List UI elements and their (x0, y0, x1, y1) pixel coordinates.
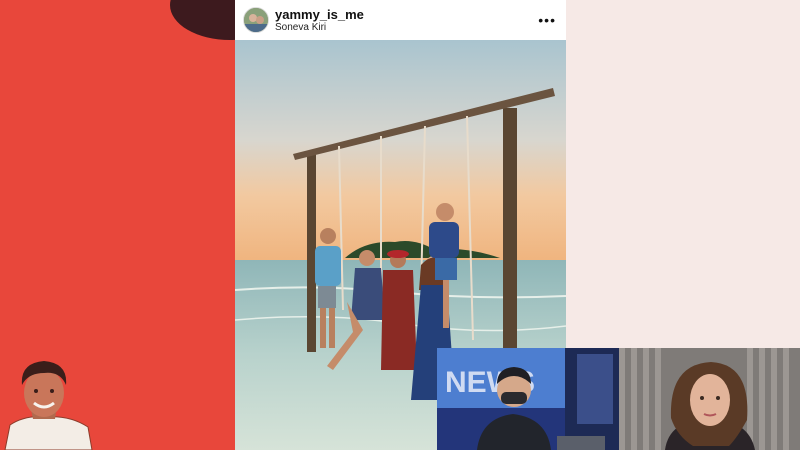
guest-video-tile (619, 348, 800, 450)
post-location[interactable]: Soneva Kiri (275, 22, 326, 33)
more-horizontal-icon[interactable]: ••• (538, 12, 556, 28)
presenter-cartoon-avatar (4, 361, 93, 450)
profile-avatar[interactable] (243, 7, 269, 33)
decorative-shape (170, 0, 235, 40)
post-username[interactable]: yammy_is_me (275, 7, 364, 22)
news-studio-scene: NEWS (437, 348, 619, 450)
news-broadcast-video-tile: NEWS (437, 348, 619, 450)
left-background-panel (0, 0, 235, 450)
post-header: yammy_is_me Soneva Kiri ••• (235, 0, 566, 40)
right-background-panel (566, 0, 800, 348)
guest-scene (619, 348, 800, 450)
